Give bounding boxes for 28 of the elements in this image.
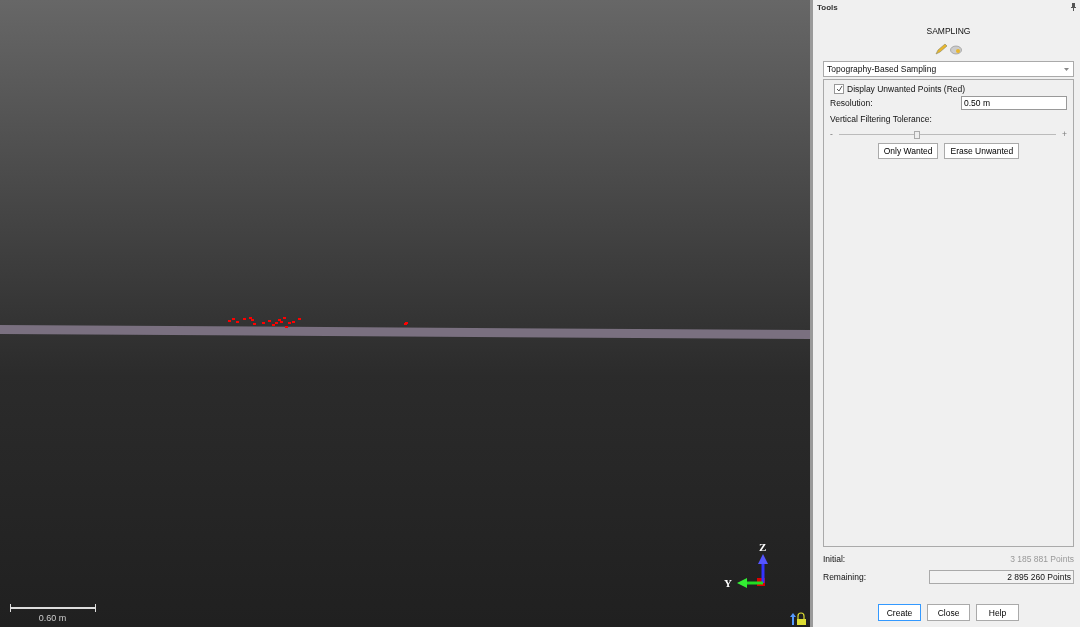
initial-value: 3 185 881 Points [1010,554,1074,564]
section-heading: SAMPLING [925,26,972,36]
dialog-button[interactable]: Help [976,604,1019,621]
remaining-value: 2 895 260 Points [929,570,1074,584]
remaining-label: Remaining: [823,572,866,582]
method-dropdown[interactable]: Topography-Based Sampling [823,61,1074,77]
slider-max-label: + [1062,129,1067,139]
caret-icon[interactable] [1064,67,1069,71]
lock-icon [797,612,806,625]
slider-min-label: - [830,129,833,139]
checkbox[interactable] [834,83,844,94]
filter-button[interactable]: Erase Unwanted [944,143,1020,159]
resolution-label: Resolution: [830,98,873,108]
pin-icon[interactable] [1071,3,1076,11]
slider-thumb[interactable] [914,130,921,139]
dialog-button[interactable]: Create [878,604,921,621]
panel-title: Tools [817,2,838,12]
z-axis-label: Z [759,541,767,553]
initial-label: Initial: [823,554,846,564]
dialog-button[interactable]: Close [927,604,970,621]
y-axis-label: Y [724,577,732,589]
checkbox-label: Display Unwanted Points (Red) [847,83,966,94]
filter-button[interactable]: Only Wanted [877,143,939,159]
resolution-field[interactable]: 0.50 m [961,96,1067,110]
axis-arrows-icon [737,554,768,588]
pencil-icon[interactable] [935,43,947,55]
tolerance-label: Vertical Filtering Tolerance: [830,114,932,124]
scale-label: 0.60 m [38,613,67,623]
